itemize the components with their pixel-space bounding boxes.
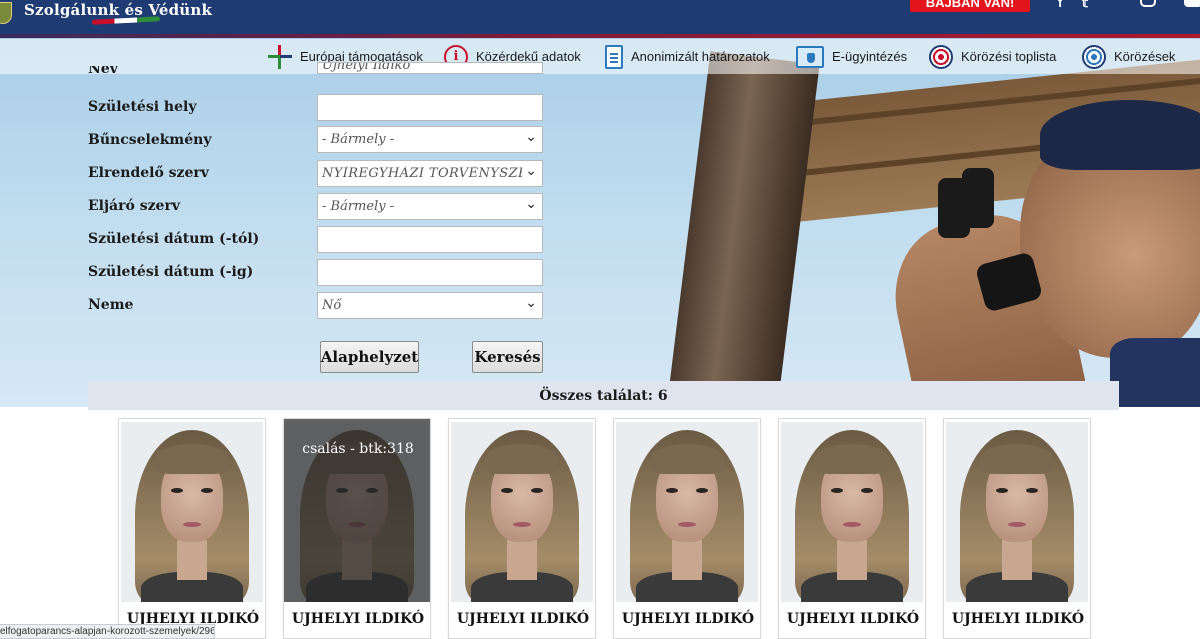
photo-neck (1002, 540, 1032, 580)
wanted-person-card[interactable]: UJHELYI ILDIKÓ (943, 418, 1091, 639)
photo-neck (177, 540, 207, 580)
document-icon (605, 44, 623, 69)
ordering-authority-select[interactable]: NYÍREGYHÁZI TÖRVÉNYSZÉK B (317, 160, 543, 187)
card-person-name: UJHELYI ILDIKÓ (291, 611, 425, 627)
wanted-person-card[interactable]: UJHELYI ILDIKÓ (778, 418, 926, 639)
photo-eye (666, 488, 678, 493)
reset-button[interactable]: Alaphelyzet (320, 341, 419, 373)
card-person-name: UJHELYI ILDIKÓ (951, 611, 1085, 627)
gender-select[interactable]: Nő (317, 292, 543, 319)
nav-anonymized-decisions[interactable]: Anonimizált határozatok (605, 39, 770, 74)
photo-bangs (155, 444, 229, 474)
crime-label: Bűncselekmény (88, 132, 212, 148)
photo-lips (183, 522, 201, 527)
mugshot-photo (451, 422, 593, 602)
nav-label: Anonimizált határozatok (631, 49, 770, 64)
photo-eye (531, 488, 543, 493)
target-blue-icon (1082, 44, 1106, 69)
wanted-person-card[interactable]: UJHELYI ILDIKÓ (118, 418, 266, 639)
card-crime-text: csalás - btk:318 (302, 441, 414, 457)
crime-select-value: - Bármely - (322, 132, 395, 147)
mugshot-photo (781, 422, 923, 602)
card-person-name: UJHELYI ILDIKÓ (456, 611, 590, 627)
nav-label: Körözési toplista (961, 49, 1057, 64)
officer-cap (1040, 100, 1200, 170)
proceeding-authority-select[interactable]: - Bármely - (317, 193, 543, 220)
wanted-person-card[interactable]: UJHELYI ILDIKÓ (613, 418, 761, 639)
photo-bangs (980, 444, 1054, 474)
photo-bangs (650, 444, 724, 474)
youtube-icon[interactable] (1184, 0, 1200, 7)
hero-background (0, 38, 1200, 407)
nav-wanted-persons[interactable]: Körözések (1082, 39, 1175, 74)
wooden-post (666, 51, 820, 407)
ordering-authority-label: Elrendelő szerv (88, 165, 209, 181)
photo-neck (672, 540, 702, 580)
results-count: Összes találat: 6 (539, 387, 668, 404)
photo-bangs (485, 444, 559, 474)
birthplace-label: Születési hely (88, 99, 197, 115)
photo-bangs (815, 444, 889, 474)
crime-select[interactable]: - Bármely - (317, 126, 543, 153)
photo-eye (171, 488, 183, 493)
target-icon (929, 44, 953, 69)
browser-status-url: elfogatoparancs-alapjan-korozott-szemely… (0, 624, 215, 639)
photo-neck (507, 540, 537, 580)
photo-lips (678, 522, 696, 527)
photo-eye (831, 488, 843, 493)
photo-eye (996, 488, 1008, 493)
nav-wanted-toplist[interactable]: Körözési toplista (929, 39, 1056, 74)
name-input-value: Ujhelyi Ildikó (322, 63, 411, 73)
twitter-icon[interactable]: 𝕥 (1082, 0, 1088, 10)
officer-shoulder (1110, 338, 1200, 407)
nav-label: Körözések (1114, 49, 1176, 64)
gender-label: Neme (88, 297, 134, 313)
wanted-person-card[interactable]: UJHELYI ILDIKÓ (448, 418, 596, 639)
birthplace-input[interactable] (317, 94, 543, 121)
dob-from-input[interactable] (317, 226, 543, 253)
results-count-bar: Összes találat: 6 (88, 381, 1119, 410)
photo-eye (861, 488, 873, 493)
name-input[interactable]: Ujhelyi Ildikó (317, 62, 543, 74)
wanted-person-card[interactable]: csalás - btk:318 UJHELYI ILDIKÓ (283, 418, 431, 639)
site-title[interactable]: Szolgálunk és Védünk (24, 1, 212, 19)
nav-label: E-ügyintézés (832, 49, 908, 64)
gender-select-value: Nő (322, 298, 342, 313)
photo-lips (1008, 522, 1026, 527)
dob-from-label: Születési dátum (-tól) (88, 231, 260, 247)
mugshot-photo (616, 422, 758, 602)
proceeding-authority-select-value: - Bármely - (322, 199, 395, 214)
photo-lips (843, 522, 861, 527)
mugshot-photo (121, 422, 263, 602)
dob-to-label: Születési dátum (-ig) (88, 264, 254, 280)
mugshot-photo (946, 422, 1088, 602)
ordering-authority-select-value: NYÍREGYHÁZI TÖRVÉNYSZÉK B (322, 166, 522, 181)
dob-to-input[interactable] (317, 259, 543, 286)
eu-cross-icon (268, 44, 292, 69)
photo-eye (696, 488, 708, 493)
name-label: Név (88, 66, 118, 76)
screen-icon (796, 45, 824, 68)
instagram-icon[interactable] (1140, 0, 1156, 7)
nav-e-administration[interactable]: E-ügyintézés (796, 39, 907, 74)
search-button[interactable]: Keresés (472, 341, 543, 373)
photo-neck (837, 540, 867, 580)
proceeding-authority-label: Eljáró szerv (88, 198, 180, 214)
facebook-icon[interactable]: f (1058, 0, 1062, 10)
emergency-button[interactable]: BAJBAN VAN! (910, 0, 1030, 12)
photo-eye (501, 488, 513, 493)
photo-eye (201, 488, 213, 493)
photo-lips (513, 522, 531, 527)
binoculars-icon (962, 168, 994, 228)
card-person-name: UJHELYI ILDIKÓ (786, 611, 920, 627)
card-person-name: UJHELYI ILDIKÓ (621, 611, 755, 627)
photo-eye (1026, 488, 1038, 493)
